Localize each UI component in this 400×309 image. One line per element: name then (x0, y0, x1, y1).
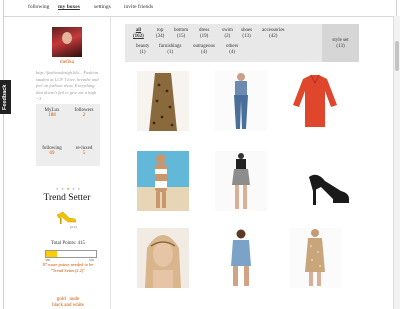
product-skinny-jeans[interactable] (215, 71, 267, 131)
rank-level: (2.2) (70, 225, 77, 229)
feedback-tab[interactable]: Feedback (0, 80, 11, 114)
category-furnishings-count: (1) (167, 50, 174, 55)
stat-reluxed[interactable]: re-luxed 5 (68, 146, 100, 156)
column-divider (110, 17, 111, 309)
badge-links: gold nude black and white (36, 297, 100, 309)
category-others[interactable]: others (4) (226, 44, 238, 56)
avatar-face (62, 32, 72, 44)
category-outrageous-count: (4) (201, 50, 207, 55)
stat-followers-value: 2 (82, 113, 86, 118)
category-bottom-count: (15) (176, 34, 186, 39)
category-others-count: (4) (229, 50, 236, 55)
product-black-heels[interactable] (303, 151, 355, 211)
category-outrageous[interactable]: outrageous (4) (193, 44, 215, 56)
style-set-tab[interactable]: style set (13) (322, 24, 359, 62)
points-progress-bar (45, 250, 97, 258)
category-swim-count: (2) (224, 34, 231, 39)
category-shoes-count: (13) (242, 34, 251, 39)
username[interactable]: mefika (52, 60, 82, 65)
points-progress-fill (46, 251, 57, 257)
style-set-count: (13) (336, 44, 345, 49)
stat-mylux[interactable]: MyLux 188 (36, 108, 68, 118)
total-points: Total Points: 415 (50, 241, 86, 246)
rank-title: Trend Setter (43, 193, 91, 203)
stat-following[interactable]: following 69 (36, 146, 68, 156)
product-sequin-dress[interactable] (289, 228, 341, 288)
category-dress-count: (19) (199, 34, 209, 39)
product-red-blouse[interactable] (289, 71, 341, 131)
product-leopard-maxi-skirt[interactable] (137, 71, 189, 131)
stat-followers[interactable]: followers 2 (68, 108, 100, 118)
badge-nude[interactable]: nude (69, 297, 79, 302)
nav-following[interactable]: following (28, 4, 49, 10)
category-swim[interactable]: swim (2) (222, 28, 233, 40)
points-needed: 87 more points needed to be "Trend Sette… (42, 262, 94, 273)
rank-dots: ● ● ● ● ● (56, 186, 82, 191)
profile-bio: http://fashiondesigh.blo... Fashion stud… (36, 70, 99, 101)
product-white-swimsuit[interactable] (137, 151, 189, 211)
category-accessories-count: (42) (269, 34, 278, 39)
category-all[interactable]: all (162) (133, 28, 144, 40)
category-top[interactable]: top (34) (156, 28, 164, 40)
badge-gold[interactable]: gold (57, 297, 66, 302)
stat-mylux-value: 188 (48, 113, 56, 118)
category-top-count: (34) (156, 34, 165, 39)
category-accessories[interactable]: accessories (42) (262, 28, 285, 40)
badge-black-and-white[interactable]: black and white (52, 303, 84, 308)
product-denim-playsuit[interactable] (215, 228, 267, 288)
stat-following-value: 69 (49, 151, 55, 156)
category-beauty[interactable]: beauty (1) (136, 44, 149, 56)
category-bottom[interactable]: bottom (15) (174, 28, 188, 40)
scrollbar-thumb[interactable] (395, 41, 399, 71)
avatar[interactable] (52, 27, 82, 57)
category-panel: all (162) top (34) bottom (15) dress (19) sw… (125, 24, 322, 62)
nav-settings[interactable]: settings (94, 4, 111, 10)
category-dress[interactable]: dress (19) (199, 28, 209, 40)
header-divider (4, 16, 396, 17)
product-sequin-mini-skirt[interactable] (215, 151, 267, 211)
stats-box: MyLux 188 followers 2 following 69 re-luxed… (36, 104, 100, 166)
stat-reluxed-value: 5 (82, 151, 86, 156)
scrollbar[interactable] (393, 16, 400, 309)
nav-my-boxes[interactable]: my boxes (58, 4, 80, 10)
category-beauty-count: (1) (139, 50, 146, 55)
product-headband-model[interactable] (137, 228, 189, 288)
category-all-count: (162) (133, 34, 144, 39)
category-furnishings[interactable]: furnishings (1) (159, 44, 182, 56)
category-shoes[interactable]: shoes (13) (241, 28, 252, 40)
nav-invite-friends[interactable]: invite friends (124, 4, 153, 10)
